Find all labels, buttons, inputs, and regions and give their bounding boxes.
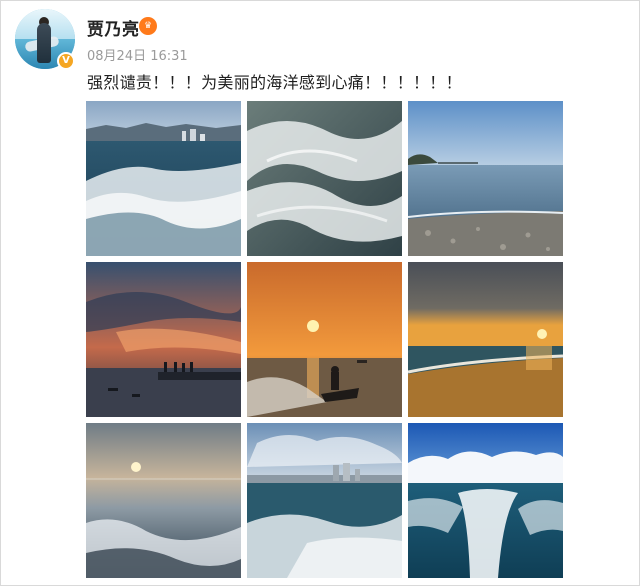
photo-3-image [408, 101, 563, 256]
photo-2-image [247, 101, 402, 256]
post-date: 08月24日 [87, 49, 147, 64]
photo-5-image [247, 262, 402, 417]
photo-6[interactable] [408, 262, 563, 417]
photo-3[interactable] [408, 101, 563, 256]
post-card: V 贾乃亮 ♛ 08月24日 16:31 强烈谴责！！！为美丽的海洋感到心痛！！… [0, 0, 640, 586]
photo-2[interactable] [247, 101, 402, 256]
post-timestamp[interactable]: 08月24日 16:31 [87, 45, 188, 64]
photo-1-image [86, 101, 241, 256]
photo-4-image [86, 262, 241, 417]
photo-7[interactable] [86, 423, 241, 578]
photo-6-image [408, 262, 563, 417]
photo-9[interactable] [408, 423, 563, 578]
photo-5[interactable] [247, 262, 402, 417]
photo-8-image [247, 423, 402, 578]
avatar-person [37, 23, 51, 63]
user-name[interactable]: 贾乃亮 [87, 15, 140, 40]
photo-9-image [408, 423, 563, 578]
photo-8[interactable] [247, 423, 402, 578]
photo-4[interactable] [86, 262, 241, 417]
verified-badge-icon: V [57, 52, 75, 70]
emoji-badge-icon[interactable]: ♛ [139, 17, 157, 35]
post-time: 16:31 [150, 49, 188, 64]
photo-1[interactable] [86, 101, 241, 256]
photo-grid [86, 101, 564, 578]
post-text: 强烈谴责！！！为美丽的海洋感到心痛！！！！！！ [87, 73, 462, 92]
photo-7-image [86, 423, 241, 578]
